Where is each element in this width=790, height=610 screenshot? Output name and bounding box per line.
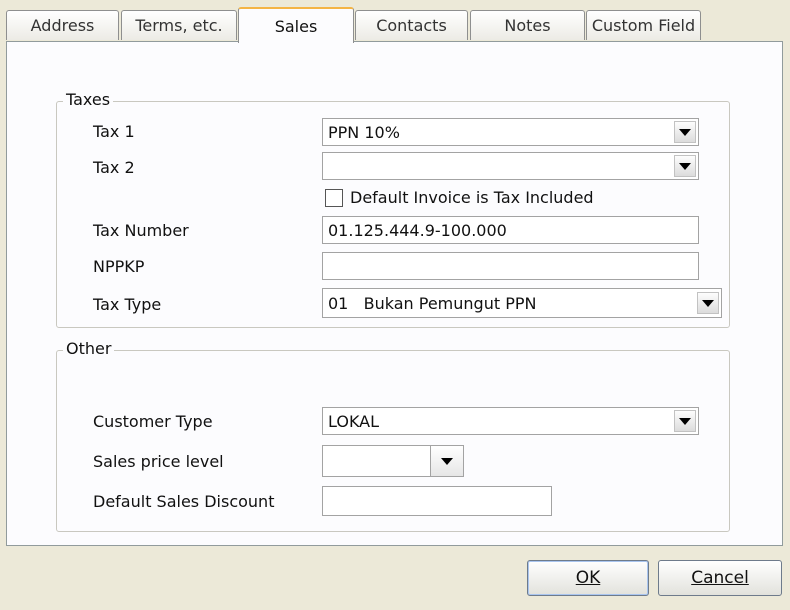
customer-type-label: Customer Type: [93, 412, 213, 431]
tab-contacts[interactable]: Contacts: [355, 10, 468, 40]
tax1-label: Tax 1: [93, 122, 135, 141]
tax-type-value: 01 Bukan Pemungut PPN: [328, 293, 537, 313]
chevron-down-icon[interactable]: [674, 410, 696, 432]
customer-type-value: LOKAL: [328, 411, 380, 431]
chevron-down-icon[interactable]: [697, 292, 719, 314]
chevron-down-icon[interactable]: [674, 121, 696, 143]
tab-label: Notes: [504, 16, 551, 35]
discount-label: Default Sales Discount: [93, 492, 275, 511]
tab-label: Custom Field: [591, 16, 696, 35]
ok-button[interactable]: OK: [527, 560, 649, 596]
tab-label: Address: [30, 16, 95, 35]
tax-type-select[interactable]: 01 Bukan Pemungut PPN: [322, 288, 722, 318]
tab-sales[interactable]: Sales: [238, 7, 354, 43]
discount-input[interactable]: [322, 486, 552, 516]
other-group: Other Customer Type LOKAL Sales price le…: [56, 339, 730, 532]
tab-custom-field[interactable]: Custom Field: [586, 10, 701, 40]
tax-number-input[interactable]: 01.125.444.9-100.000: [322, 216, 699, 244]
tax-number-value: 01.125.444.9-100.000: [328, 220, 507, 240]
tax-included-checkbox[interactable]: [325, 189, 343, 207]
taxes-legend: Taxes: [63, 90, 114, 109]
nppkp-label: NPPKP: [93, 257, 145, 276]
price-level-label: Sales price level: [93, 452, 224, 471]
taxes-group: Taxes Tax 1 PPN 10% Tax 2 Default Invoic…: [56, 90, 730, 328]
tab-label: Contacts: [376, 16, 447, 35]
tax-type-label: Tax Type: [93, 295, 162, 314]
tax-number-label: Tax Number: [93, 221, 189, 240]
tax2-select[interactable]: [322, 152, 699, 180]
customer-type-select[interactable]: LOKAL: [322, 407, 699, 435]
tab-terms[interactable]: Terms, etc.: [121, 10, 237, 40]
tab-notes[interactable]: Notes: [470, 10, 585, 40]
nppkp-input[interactable]: [322, 252, 699, 280]
ok-label: OK: [575, 568, 601, 588]
chevron-down-icon[interactable]: [430, 445, 464, 477]
chevron-down-icon[interactable]: [674, 155, 696, 177]
cancel-label: Cancel: [691, 568, 749, 588]
cancel-button[interactable]: Cancel: [658, 560, 782, 596]
tax1-value: PPN 10%: [328, 122, 400, 142]
tax-included-label: Default Invoice is Tax Included: [350, 188, 594, 207]
tab-label: Sales: [274, 16, 318, 36]
other-legend: Other: [63, 339, 115, 358]
sales-tab-panel: Taxes Tax 1 PPN 10% Tax 2 Default Invoic…: [6, 41, 783, 546]
price-level-select[interactable]: [322, 445, 432, 477]
tax1-select[interactable]: PPN 10%: [322, 118, 699, 146]
tax2-label: Tax 2: [93, 158, 135, 177]
tab-address[interactable]: Address: [6, 10, 119, 40]
tab-bar: Address Terms, etc. Sales Contacts Notes…: [0, 0, 790, 43]
tab-label: Terms, etc.: [135, 16, 223, 35]
